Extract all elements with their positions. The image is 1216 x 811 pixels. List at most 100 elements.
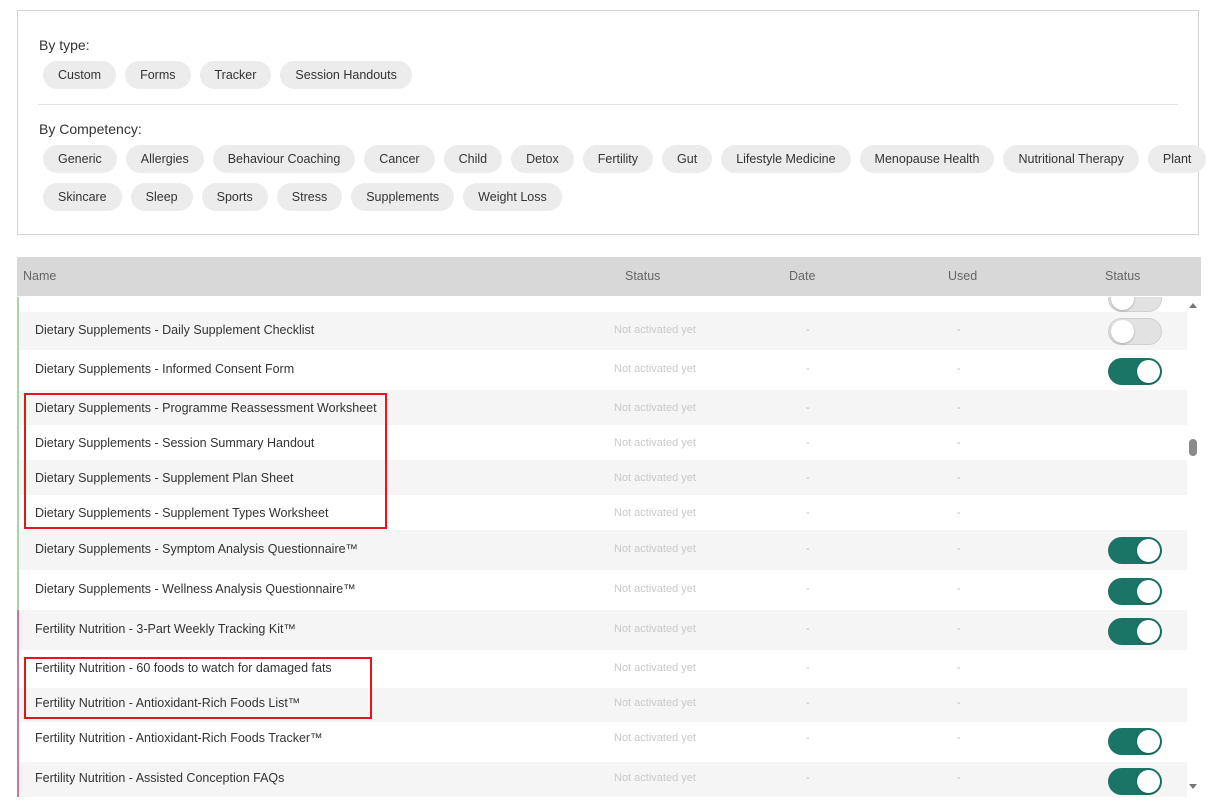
row-used: - [957,507,961,519]
row-status: Not activated yet [614,583,696,595]
row-used: - [957,472,961,484]
filter-panel: By type: Custom Forms Tracker Session Ha… [17,10,1207,235]
scroll-down-arrow-icon[interactable] [1189,784,1197,789]
row-name[interactable]: Fertility Nutrition - Assisted Conceptio… [35,771,284,785]
competency-chip-supplements[interactable]: Supplements [351,183,455,211]
competency-chip-detox[interactable]: Detox [511,145,574,173]
competency-chip-row-2: Skincare Sleep Sports Stress Supplements… [43,183,562,211]
by-type-label: By type: [39,37,90,53]
row-status: Not activated yet [614,363,696,375]
competency-chip-plant[interactable]: Plant [1147,145,1207,173]
row-status: Not activated yet [614,402,696,414]
row-name[interactable]: Dietary Supplements - Daily Supplement C… [35,323,314,337]
table-row[interactable]: Dietary Supplements - Symptom Analysis Q… [17,530,1187,570]
type-chip-tracker[interactable]: Tracker [199,61,272,89]
competency-chip-gut[interactable]: Gut [662,145,713,173]
row-name[interactable]: Dietary Supplements - Symptom Analysis Q… [35,542,358,556]
row-date: - [806,437,810,449]
competency-chip-sleep[interactable]: Sleep [130,183,193,211]
row-name[interactable]: Dietary Supplements - Supplement Types W… [35,506,328,520]
row-name[interactable]: Fertility Nutrition - 3-Part Weekly Trac… [35,622,296,636]
toggle-switch[interactable] [1108,618,1162,645]
table-row[interactable]: Fertility Nutrition - Antioxidant-Rich F… [17,688,1187,722]
table-header: Name Status Date Used Status [17,257,1201,296]
toggle-knob [1137,770,1160,793]
competency-chip-generic[interactable]: Generic [43,145,117,173]
header-toggle-status[interactable]: Status [1105,257,1140,296]
row-used: - [957,772,961,784]
row-date: - [806,324,810,336]
type-chip-custom[interactable]: Custom [43,61,117,89]
toggle-switch[interactable] [1108,318,1162,345]
competency-chip-lifestyle-medicine[interactable]: Lifestyle Medicine [721,145,851,173]
row-date: - [806,697,810,709]
row-name[interactable]: Fertility Nutrition - Antioxidant-Rich F… [35,696,300,710]
competency-chip-child[interactable]: Child [443,145,503,173]
filter-divider [38,104,1178,105]
toggle-switch[interactable] [1108,768,1162,795]
row-date: - [806,402,810,414]
table-row[interactable]: Dietary Supplements - Supplement Plan Sh… [17,460,1187,495]
competency-chip-stress[interactable]: Stress [276,183,343,211]
table-row[interactable]: Fertility Nutrition - 3-Part Weekly Trac… [17,610,1187,650]
toggle-switch[interactable] [1108,728,1162,755]
type-chip-row: Custom Forms Tracker Session Handouts [43,61,412,89]
table-row[interactable]: Fertility Nutrition - 60 foods to watch … [17,650,1187,688]
header-name[interactable]: Name [23,257,56,296]
row-name[interactable]: Fertility Nutrition - 60 foods to watch … [35,661,332,675]
scroll-up-arrow-icon[interactable] [1189,303,1197,308]
type-chip-forms[interactable]: Forms [125,61,191,89]
table-row[interactable]: Dietary Supplements - Session Summary Ha… [17,425,1187,460]
competency-chip-nutritional-therapy[interactable]: Nutritional Therapy [1003,145,1139,173]
table-row[interactable]: Fertility Nutrition - Assisted Conceptio… [17,762,1187,797]
table-row[interactable]: Dietary Supplements - Supplement Types W… [17,495,1187,530]
table-row[interactable]: Dietary Supplements - Programme Reassess… [17,390,1187,425]
toggle-knob [1137,539,1160,562]
list-scrollbar[interactable] [1186,297,1200,797]
row-name[interactable]: Dietary Supplements - Programme Reassess… [35,401,377,415]
competency-chip-allergies[interactable]: Allergies [125,145,204,173]
toggle-switch[interactable] [1108,297,1162,312]
row-status: Not activated yet [614,507,696,519]
table-row[interactable]: Dietary Supplements - Wellness Analysis … [17,570,1187,610]
row-name[interactable]: Dietary Supplements - Supplement Plan Sh… [35,471,293,485]
row-name[interactable]: Dietary Supplements - Wellness Analysis … [35,582,356,596]
toggle-switch[interactable] [1108,358,1162,385]
toggle-knob [1111,297,1134,310]
table-row-partial [17,297,1187,312]
header-status[interactable]: Status [625,257,660,296]
competency-chip-behaviour-coaching[interactable]: Behaviour Coaching [212,145,356,173]
row-status: Not activated yet [614,437,696,449]
table-row[interactable]: Fertility Nutrition - Antioxidant-Rich F… [17,722,1187,762]
competency-chip-weight-loss[interactable]: Weight Loss [463,183,562,211]
row-date: - [806,472,810,484]
row-used: - [957,732,961,744]
row-name[interactable]: Dietary Supplements - Session Summary Ha… [35,436,314,450]
scrollbar-thumb[interactable] [1189,439,1197,456]
row-name[interactable]: Dietary Supplements - Informed Consent F… [35,362,294,376]
type-chip-session-handouts[interactable]: Session Handouts [280,61,412,89]
competency-chip-cancer[interactable]: Cancer [364,145,435,173]
competency-chip-sports[interactable]: Sports [201,183,268,211]
row-status: Not activated yet [614,662,696,674]
header-used[interactable]: Used [948,257,977,296]
row-date: - [806,363,810,375]
table-row[interactable]: Dietary Supplements - Informed Consent F… [17,350,1187,390]
row-used: - [957,583,961,595]
toggle-knob [1137,360,1160,383]
row-used: - [957,324,961,336]
template-list: Dietary Supplements - Daily Supplement C… [17,297,1187,797]
competency-chip-fertility[interactable]: Fertility [582,145,654,173]
row-name[interactable]: Fertility Nutrition - Antioxidant-Rich F… [35,731,323,745]
toggle-knob [1111,320,1134,343]
competency-chip-skincare[interactable]: Skincare [43,183,122,211]
competency-chip-menopause-health[interactable]: Menopause Health [859,145,995,173]
toggle-switch[interactable] [1108,578,1162,605]
header-date[interactable]: Date [789,257,815,296]
table-row[interactable]: Dietary Supplements - Daily Supplement C… [17,312,1187,350]
row-used: - [957,543,961,555]
toggle-knob [1137,580,1160,603]
toggle-switch[interactable] [1108,537,1162,564]
row-status: Not activated yet [614,324,696,336]
by-competency-label: By Competency: [39,121,142,137]
